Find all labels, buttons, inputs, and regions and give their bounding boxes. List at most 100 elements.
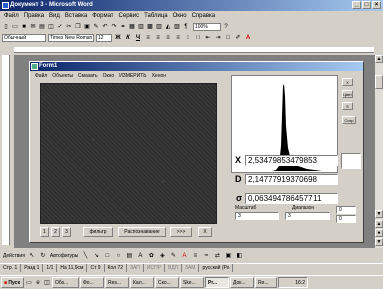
print-icon[interactable]: ▤	[38, 23, 46, 31]
arrow-icon[interactable]: ↘	[92, 252, 100, 260]
vertical-scrollbar[interactable]: ▲ ▼ ▲ ● ▼	[375, 55, 383, 248]
task-item[interactable]: Ske...	[180, 277, 204, 288]
form-menu-measure[interactable]: ИЗМЕРИТЬ	[119, 72, 146, 80]
side-button-save[interactable]: Сохр	[342, 116, 356, 124]
email-icon[interactable]: ✉	[29, 23, 37, 31]
highlight-icon[interactable]: ✐	[234, 34, 242, 42]
start-button[interactable]: ■ Пуск	[1, 277, 24, 288]
side-button-x[interactable]: X	[342, 78, 353, 86]
arrow-style-icon[interactable]: ⇄	[213, 252, 221, 260]
autoshapes-menu[interactable]: Автофигуры	[50, 253, 78, 259]
zoom-combo[interactable]: 100%	[193, 22, 221, 31]
minimize-button[interactable]: _	[352, 1, 361, 9]
drawing-icon[interactable]: ◭	[164, 23, 172, 31]
next-page-icon[interactable]: ▼	[375, 238, 383, 246]
menu-format[interactable]: Формат	[92, 11, 113, 21]
quicklaunch-ie-icon[interactable]: e	[34, 279, 42, 287]
fill-color-icon[interactable]: ◈	[158, 252, 166, 260]
wordart-icon[interactable]: A	[136, 252, 144, 260]
recognition-button[interactable]: Распознавание	[118, 227, 166, 237]
align-left-icon[interactable]: ≡	[144, 34, 152, 42]
new-document-icon[interactable]: ▯	[2, 23, 10, 31]
quicklaunch-explorer-icon[interactable]: ◫	[43, 279, 51, 287]
shadow-icon[interactable]: ▣	[224, 252, 232, 260]
menu-window[interactable]: Окно	[173, 11, 187, 21]
rotate-icon[interactable]: ↻	[39, 252, 47, 260]
font-combo[interactable]: Times New Roman	[48, 33, 94, 42]
form-menu-objects[interactable]: Объекты	[52, 72, 73, 80]
underline-icon[interactable]: Ч	[134, 34, 142, 42]
task-item-active[interactable]: Pr...	[205, 277, 229, 288]
undo-icon[interactable]: ↶	[101, 23, 109, 31]
quicklaunch-desktop-icon[interactable]: ▭	[25, 279, 33, 287]
format-painter-icon[interactable]: ✎	[92, 23, 100, 31]
x-value-field[interactable]: 2,53479853479853	[245, 155, 338, 166]
scroll-up-icon[interactable]: ▲	[375, 55, 383, 63]
border-icon[interactable]: □	[224, 34, 232, 42]
show-hide-icon[interactable]: ¶	[182, 23, 190, 31]
insert-table-icon[interactable]: ▥	[137, 23, 145, 31]
italic-icon[interactable]: К	[124, 34, 132, 42]
scroll-down-icon[interactable]: ▼	[375, 210, 383, 218]
line-style-icon[interactable]: ≡	[191, 252, 199, 260]
task-item[interactable]: Обз...	[52, 277, 79, 288]
task-item[interactable]: Док...	[230, 277, 254, 288]
bold-icon[interactable]: Ж	[114, 34, 122, 42]
form-menu-window[interactable]: Окно	[103, 72, 115, 80]
decrease-indent-icon[interactable]: ⇤	[204, 34, 212, 42]
status-extend[interactable]: ВДЛ	[165, 264, 182, 272]
next-button[interactable]: >>>	[170, 227, 192, 237]
spelling-icon[interactable]: ✓	[56, 23, 64, 31]
clipart-icon[interactable]: ✿	[147, 252, 155, 260]
d-value-field[interactable]: 2,14777919370698	[245, 174, 338, 185]
form-menu-blur[interactable]: Смазать	[78, 72, 98, 80]
horizontal-ruler[interactable]	[14, 47, 374, 53]
increase-indent-icon[interactable]: ⇥	[214, 34, 222, 42]
menu-file[interactable]: Файл	[4, 11, 19, 21]
filter-button[interactable]: фильтр	[83, 227, 113, 237]
form-menu-henon[interactable]: Хенон	[152, 72, 166, 80]
line-icon[interactable]: ╲	[81, 252, 89, 260]
spin-b[interactable]: 0	[336, 215, 356, 223]
button-1[interactable]: 1	[40, 227, 49, 237]
align-center-icon[interactable]: ≡	[154, 34, 162, 42]
line-color-icon[interactable]: ✎	[169, 252, 177, 260]
range-spinbox[interactable]: 3	[285, 212, 330, 220]
open-folder-icon[interactable]: ▭	[11, 23, 19, 31]
align-right-icon[interactable]: ≡	[164, 34, 172, 42]
button-2[interactable]: 2	[51, 227, 60, 237]
rectangle-icon[interactable]: □	[103, 252, 111, 260]
actions-menu[interactable]: Действия	[3, 253, 25, 259]
justify-icon[interactable]: ≡	[174, 34, 182, 42]
numbering-icon[interactable]: ⁝	[184, 34, 192, 42]
maximize-button[interactable]: □	[362, 1, 371, 9]
hyperlink-icon[interactable]: ⚭	[119, 23, 127, 31]
menu-insert[interactable]: Вставка	[65, 11, 87, 21]
sigma-value-field[interactable]: 0,0634947864577 11	[245, 193, 338, 204]
spin-a[interactable]: 0	[336, 206, 356, 214]
side-button-color[interactable]: Цвет	[342, 90, 353, 98]
vertical-ruler[interactable]	[2, 55, 10, 245]
side-button-s[interactable]: S	[342, 102, 353, 110]
status-rec[interactable]: ЗАП	[127, 264, 144, 272]
document-map-icon[interactable]: ▨	[173, 23, 181, 31]
task-item[interactable]: Res...	[105, 277, 129, 288]
button-3[interactable]: 3	[62, 227, 71, 237]
scroll-thumb[interactable]	[375, 75, 383, 89]
image-panel[interactable]	[40, 83, 217, 224]
redo-icon[interactable]: ↷	[110, 23, 118, 31]
menu-view[interactable]: Вид	[49, 11, 60, 21]
dash-style-icon[interactable]: ┅	[202, 252, 210, 260]
status-track[interactable]: ИСПР	[144, 264, 166, 272]
prev-page-icon[interactable]: ▲	[375, 220, 383, 228]
task-item[interactable]: Фо...	[80, 277, 104, 288]
task-item[interactable]: Кал...	[130, 277, 154, 288]
oval-icon[interactable]: ○	[114, 252, 122, 260]
bullets-icon[interactable]: ∷	[194, 34, 202, 42]
3d-icon[interactable]: ◧	[235, 252, 243, 260]
form-menu-file[interactable]: Файл	[35, 72, 47, 80]
menu-tools[interactable]: Сервис	[119, 11, 140, 21]
textbox-icon[interactable]: ▤	[125, 252, 133, 260]
style-combo[interactable]: Обычный	[2, 33, 46, 42]
menu-help[interactable]: Справка	[192, 11, 216, 21]
